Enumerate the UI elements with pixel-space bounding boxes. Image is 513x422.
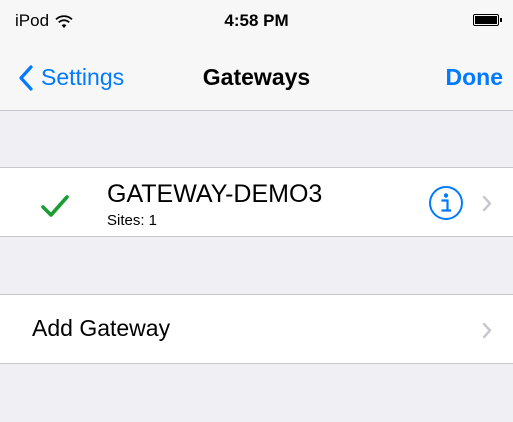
status-time: 4:58 PM	[224, 11, 289, 30]
chevron-left-icon	[19, 64, 33, 91]
add-gateway-row[interactable]: Add Gateway	[0, 294, 513, 364]
chevron-right-icon	[482, 195, 492, 212]
add-gateway-label: Add Gateway	[32, 315, 171, 341]
battery-icon	[473, 14, 502, 26]
gateway-name: GATEWAY-DEMO3	[107, 180, 323, 208]
chevron-right-icon	[482, 322, 492, 339]
back-button-label: Settings	[41, 64, 125, 90]
gateway-row[interactable]: GATEWAY-DEMO3 Sites: 1	[0, 167, 513, 237]
back-button[interactable]: Settings	[18, 64, 124, 91]
done-button[interactable]: Done	[446, 64, 504, 91]
navigation-bar: Settings Gateways Done	[0, 40, 513, 111]
status-bar: iPod 4:58 PM	[0, 0, 513, 40]
info-icon[interactable]	[428, 185, 464, 221]
checkmark-icon	[41, 195, 69, 217]
gateway-subtitle: Sites: 1	[107, 212, 158, 229]
